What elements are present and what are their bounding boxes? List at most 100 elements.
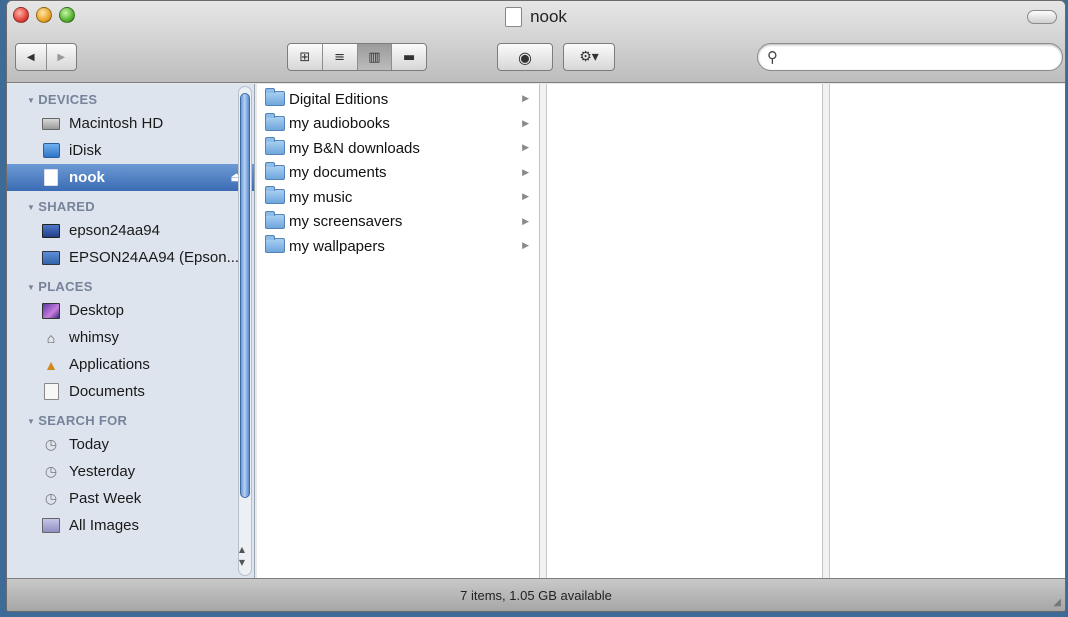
folder-row[interactable]: my music ▶ — [257, 185, 539, 210]
column-divider[interactable] — [540, 84, 547, 579]
eye-icon: ◉ — [518, 47, 532, 67]
folder-row[interactable]: my audiobooks ▶ — [257, 112, 539, 137]
icon-view-button[interactable]: ⊞ — [288, 44, 322, 70]
clock-icon: ◷ — [44, 436, 58, 452]
disclosure-arrow-icon: ▶ — [522, 93, 529, 103]
finder-window: nook ◀ ▶ ⊞ ≡ ▥ ▬ ◉ ⚙▾ ⚲ ▼ DEVICES Macint… — [6, 0, 1066, 612]
back-arrow-icon: ◀ — [26, 51, 35, 63]
search-field[interactable]: ⚲ — [757, 43, 1063, 71]
disclosure-arrow-icon: ▶ — [522, 240, 529, 250]
titlebar: nook ◀ ▶ ⊞ ≡ ▥ ▬ ◉ ⚙▾ ⚲ — [7, 1, 1065, 83]
column-view-icon: ▥ — [368, 49, 381, 65]
sidebar-item-today[interactable]: ◷ Today — [7, 431, 254, 458]
sidebar-scroll-thumb[interactable] — [240, 93, 250, 498]
folder-row[interactable]: my B&N downloads ▶ — [257, 136, 539, 161]
sidebar-scrollbar[interactable]: ▲ ▼ — [238, 86, 252, 576]
window-title-label: nook — [530, 7, 567, 26]
forward-arrow-icon: ▶ — [57, 51, 66, 63]
sidebar-section-devices[interactable]: ▼ DEVICES — [7, 90, 254, 110]
folder-icon — [265, 210, 285, 229]
sidebar-item-idisk[interactable]: iDisk — [7, 137, 254, 164]
disclosure-triangle-icon: ▼ — [27, 417, 36, 426]
browser-column-1: Digital Editions ▶ my audiobooks ▶ my B&N do… — [257, 84, 540, 579]
action-menu-button[interactable]: ⚙▾ — [563, 43, 615, 71]
search-input[interactable] — [786, 47, 1046, 67]
disclosure-arrow-icon: ▶ — [522, 117, 529, 128]
folder-label: my B&N downloads — [289, 139, 420, 157]
folder-label: my audiobooks — [289, 115, 390, 133]
sidebar-item-yesterday[interactable]: ◷ Yesterday — [7, 458, 254, 485]
folder-icon — [265, 161, 285, 180]
quick-look-button[interactable]: ◉ — [497, 43, 553, 71]
folder-label: my wallpapers — [289, 237, 385, 255]
folder-row[interactable]: Digital Editions ▶ — [257, 87, 539, 112]
coverflow-view-icon: ▬ — [402, 49, 416, 65]
sidebar-item-epson24aa94[interactable]: epson24aa94 — [7, 217, 254, 244]
disclosure-arrow-icon: ▶ — [522, 191, 529, 201]
hard-drive-icon — [41, 115, 61, 133]
sidebar-item-all-images[interactable]: All Images — [7, 512, 254, 539]
view-mode-control: ⊞ ≡ ▥ ▬ — [287, 43, 427, 71]
disclosure-triangle-icon: ▼ — [27, 96, 36, 105]
documents-icon — [41, 383, 61, 401]
scroll-arrows[interactable]: ▲ ▼ — [237, 543, 247, 569]
browser-column-3 — [830, 84, 1065, 579]
applications-icon: ▲ — [44, 356, 58, 373]
sidebar-section-places[interactable]: ▼ PLACES — [7, 277, 254, 297]
sidebar-item-whimsy[interactable]: ⌂ whimsy — [7, 324, 254, 351]
sidebar-item-nook[interactable]: nook ⏏ — [7, 164, 254, 191]
resize-grip-icon[interactable]: ◢ — [1053, 597, 1061, 608]
list-view-button[interactable]: ≡ — [321, 44, 357, 70]
status-bar: 7 items, 1.05 GB available ◢ — [7, 578, 1065, 611]
sidebar-item-applications[interactable]: ▲ Applications — [7, 351, 254, 378]
sidebar-item-past-week[interactable]: ◷ Past Week — [7, 485, 254, 512]
folder-icon — [265, 88, 285, 106]
folder-label: my music — [289, 188, 353, 206]
icon-view-icon: ⊞ — [299, 49, 311, 65]
disclosure-arrow-icon: ▶ — [522, 166, 529, 177]
folder-row[interactable]: my wallpapers ▶ — [257, 234, 539, 259]
search-icon: ⚲ — [767, 48, 778, 66]
folder-label: my documents — [289, 164, 387, 182]
disclosure-triangle-icon: ▼ — [27, 203, 36, 212]
disclosure-triangle-icon: ▼ — [27, 283, 36, 292]
folder-icon — [265, 112, 285, 131]
status-text: 7 items, 1.05 GB available — [460, 587, 612, 603]
list-view-icon: ≡ — [334, 49, 346, 65]
folder-row[interactable]: my screensavers ▶ — [257, 210, 539, 235]
toolbar-toggle-button[interactable] — [1027, 10, 1057, 24]
gear-icon: ⚙▾ — [579, 49, 599, 65]
folder-icon — [265, 186, 285, 204]
disclosure-arrow-icon: ▶ — [522, 142, 529, 152]
clock-icon: ◷ — [44, 490, 58, 506]
sidebar-item-macintosh-hd[interactable]: Macintosh HD — [7, 110, 254, 137]
sidebar-item-documents[interactable]: Documents — [7, 378, 254, 405]
folder-icon — [265, 235, 285, 253]
clock-icon: ◷ — [44, 463, 58, 479]
window-title: nook — [7, 7, 1065, 27]
column-view-button[interactable]: ▥ — [356, 44, 392, 70]
back-button[interactable]: ◀ — [16, 44, 46, 70]
idisk-icon — [41, 142, 61, 160]
folder-label: Digital Editions — [289, 90, 389, 108]
desktop-icon — [41, 302, 61, 320]
sidebar: ▼ DEVICES Macintosh HD iDisk nook ⏏ ▼ SHAR… — [7, 84, 255, 579]
folder-label: my screensavers — [289, 213, 403, 231]
column-divider[interactable] — [823, 84, 830, 579]
home-icon: ⌂ — [46, 329, 56, 346]
images-folder-icon — [41, 517, 61, 535]
sidebar-section-shared[interactable]: ▼ SHARED — [7, 197, 254, 217]
sidebar-section-search-for[interactable]: ▼ SEARCH FOR — [7, 411, 254, 431]
coverflow-view-button[interactable]: ▬ — [391, 44, 426, 70]
browser-column-2 — [547, 84, 823, 579]
sidebar-item-epson-printer[interactable]: EPSON24AA94 (Epson... — [7, 244, 254, 271]
folder-row[interactable]: my documents ▶ — [257, 161, 539, 186]
network-computer-icon — [41, 222, 61, 240]
sidebar-item-desktop[interactable]: Desktop — [7, 297, 254, 324]
folder-icon — [265, 137, 285, 155]
drive-icon — [505, 7, 523, 27]
forward-button[interactable]: ▶ — [45, 44, 77, 70]
printer-icon — [41, 249, 61, 267]
back-forward-control: ◀ ▶ — [15, 43, 77, 71]
disclosure-arrow-icon: ▶ — [522, 215, 529, 226]
